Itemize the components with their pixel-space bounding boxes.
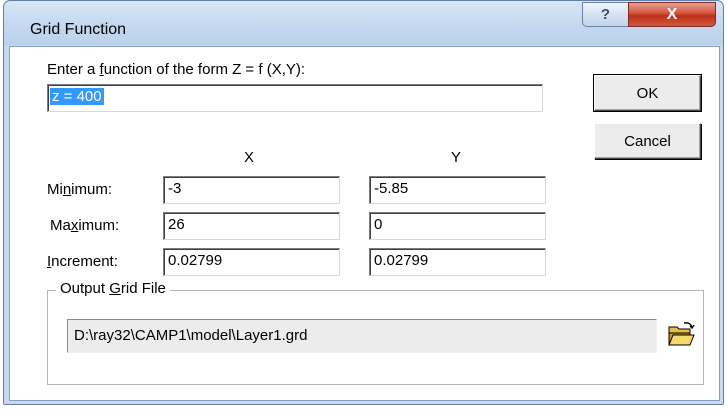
output-path-field: D:\ray32\CAMP1\model\Layer1.grd (67, 319, 657, 353)
ok-button[interactable]: OK (594, 75, 701, 111)
close-button[interactable]: X (628, 2, 716, 27)
increment-label: Increment: (47, 253, 118, 270)
help-icon: ? (600, 6, 611, 23)
increment-y-input[interactable]: 0.02799 (369, 248, 546, 276)
y-column-header: Y (451, 149, 462, 166)
title-bar[interactable]: Grid Function ? X (4, 1, 723, 45)
maximum-label: Maximum: (50, 217, 120, 234)
maximum-x-input[interactable]: 26 (163, 212, 340, 240)
x-column-header: X (244, 149, 255, 166)
output-grid-file-caption: Output Grid File (56, 280, 170, 297)
increment-x-input[interactable]: 0.02799 (163, 248, 340, 276)
minimum-y-input[interactable]: -5.85 (369, 176, 546, 204)
grid-function-dialog: Grid Function ? X Enter a function of th… (3, 0, 724, 405)
minimum-x-input[interactable]: -3 (163, 176, 340, 204)
open-folder-icon[interactable] (666, 321, 696, 349)
window-title: Grid Function (30, 21, 127, 38)
output-grid-file-group: Output Grid File D:\ray32\CAMP1\model\La… (47, 280, 704, 385)
close-icon: X (666, 5, 678, 23)
function-label: Enter a function of the form Z = f (X,Y)… (47, 61, 306, 78)
cancel-button[interactable]: Cancel (594, 123, 701, 159)
minimum-label: Minimum: (47, 181, 113, 198)
maximum-y-input[interactable]: 0 (369, 212, 546, 240)
function-input-value: z = 400 (50, 88, 104, 105)
function-input[interactable]: z = 400 (47, 84, 543, 112)
help-button[interactable]: ? (582, 2, 629, 27)
dialog-body: Enter a function of the form Z = f (X,Y)… (9, 46, 720, 401)
